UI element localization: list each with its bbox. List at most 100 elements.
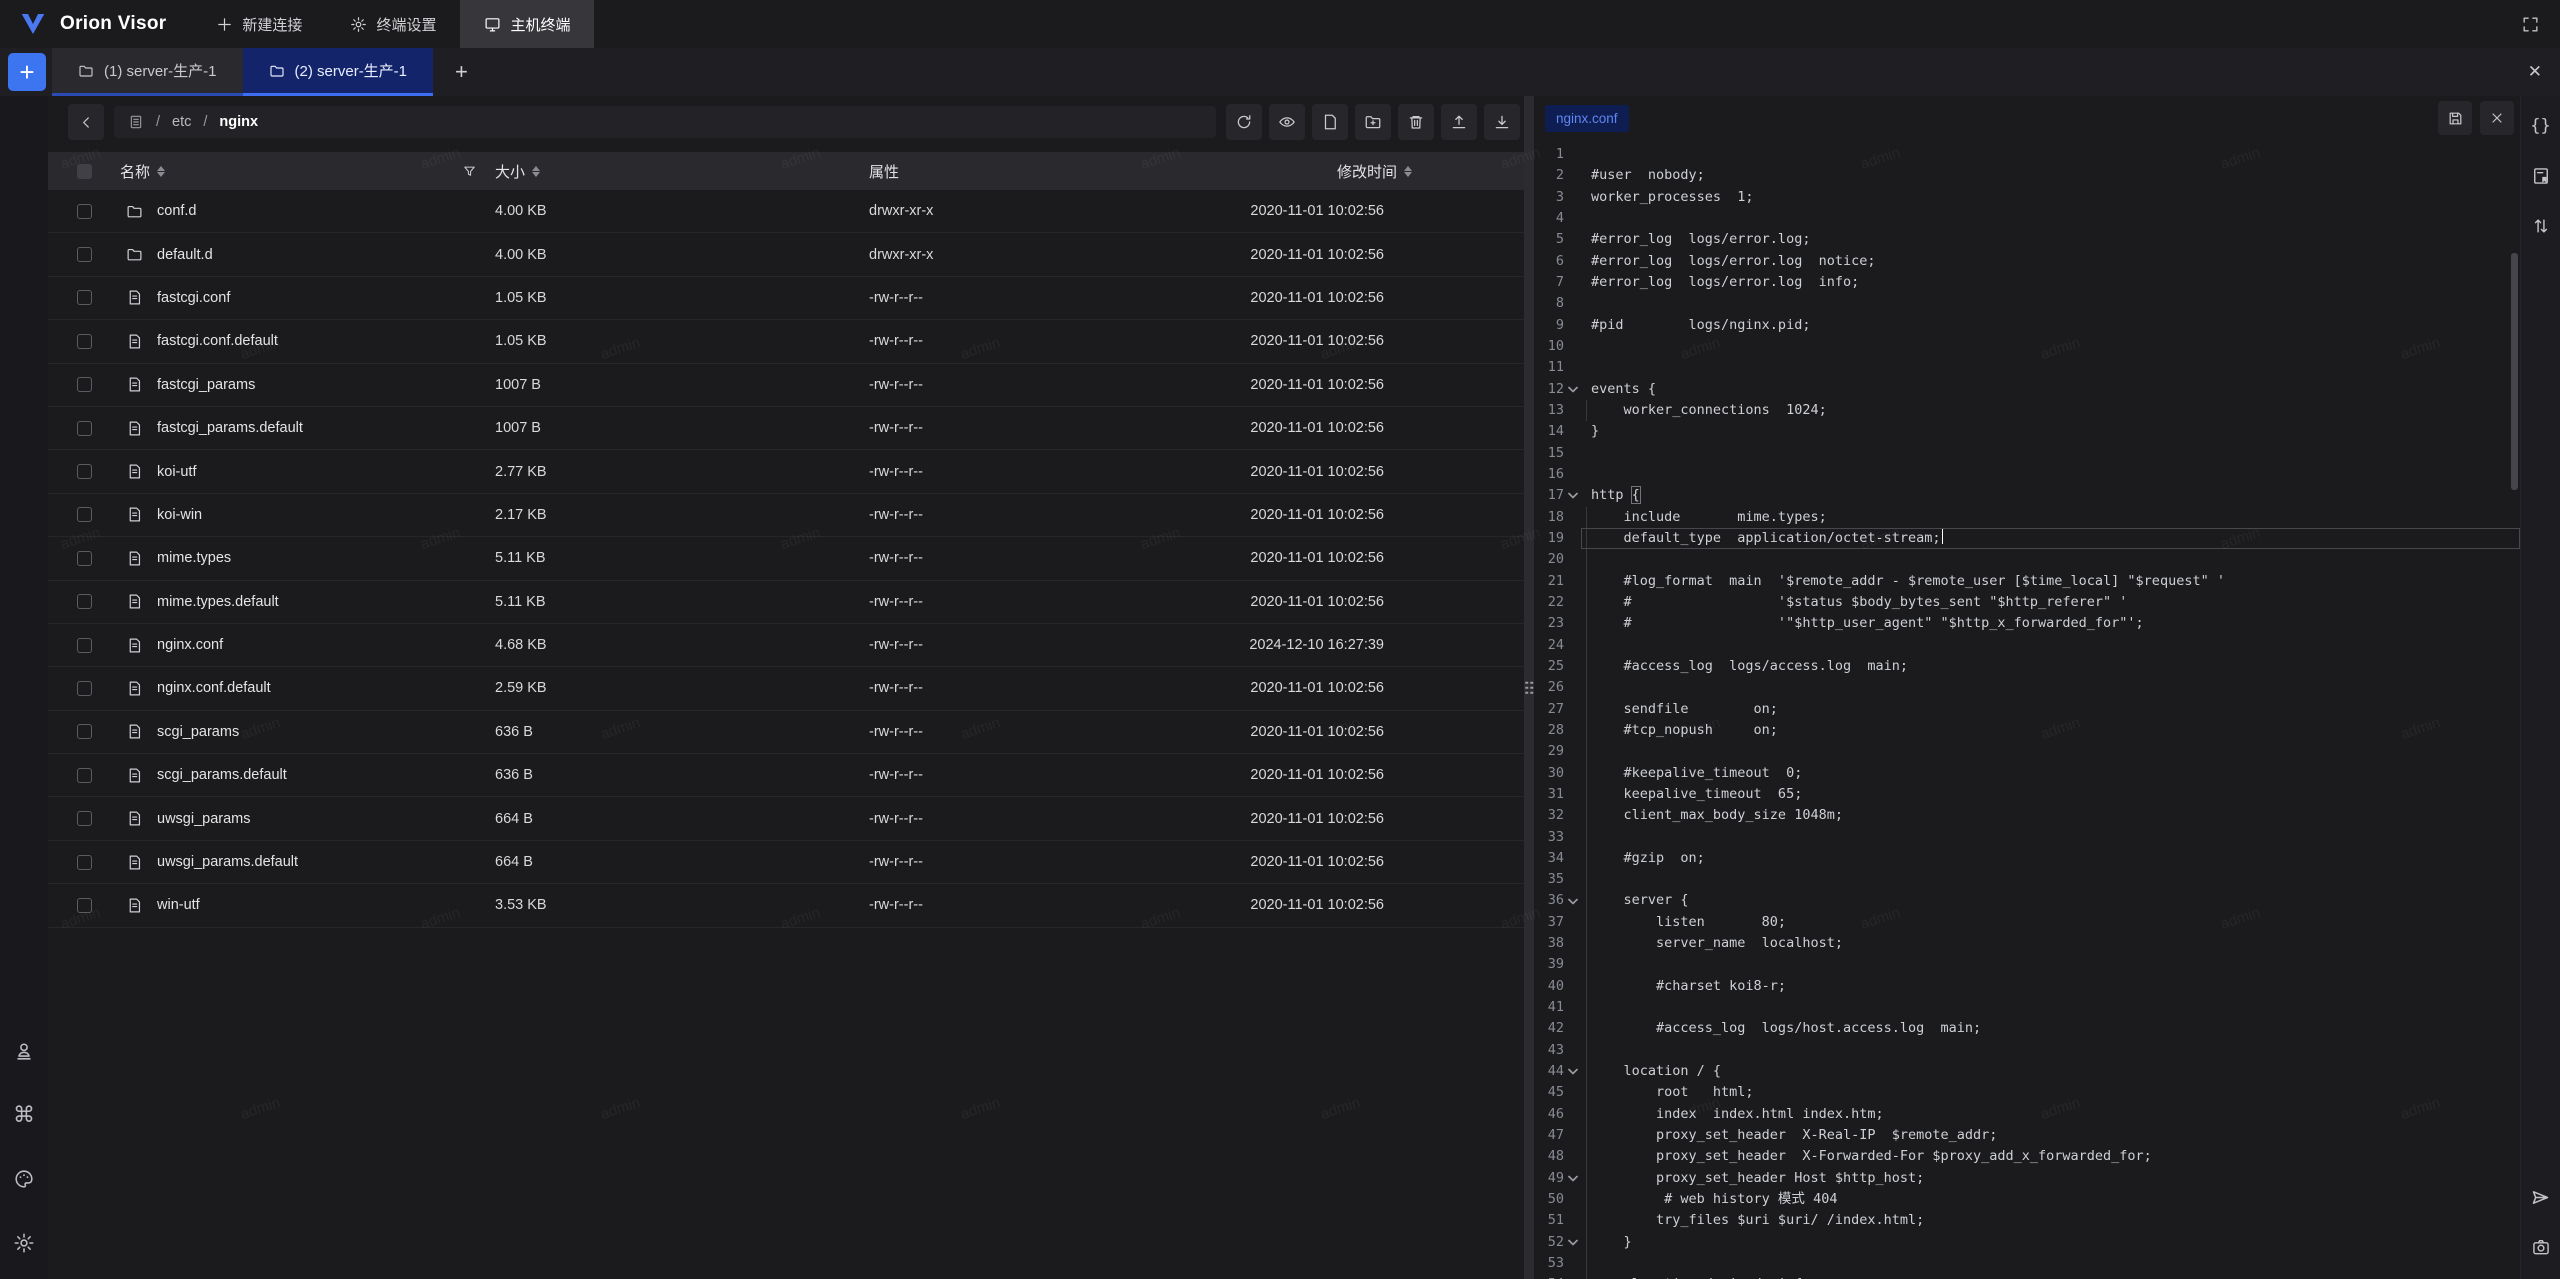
file-name[interactable]: koi-utf xyxy=(157,464,197,480)
row-checkbox[interactable] xyxy=(77,551,92,566)
row-checkbox[interactable] xyxy=(77,421,92,436)
palette-icon[interactable] xyxy=(6,1161,42,1197)
new-terminal-button[interactable]: + xyxy=(8,53,46,91)
code-line[interactable]: 31 keepalive_timeout 65; xyxy=(1534,784,2520,805)
code-line[interactable]: 19 default_type application/octet-stream… xyxy=(1534,528,2520,549)
code-line[interactable]: 2 #user nobody; xyxy=(1534,165,2520,186)
table-row[interactable]: fastcgi_params.default 1007 B -rw-r--r--… xyxy=(48,407,1524,450)
code-line[interactable]: 16 xyxy=(1534,464,2520,485)
row-checkbox[interactable] xyxy=(77,681,92,696)
editor-scrollbar[interactable] xyxy=(2511,253,2518,490)
code-line[interactable]: 6 #error_log logs/error.log notice; xyxy=(1534,251,2520,272)
table-row[interactable]: mime.types 5.11 KB -rw-r--r-- 2020-11-01… xyxy=(48,537,1524,580)
table-row[interactable]: win-utf 3.53 KB -rw-r--r-- 2020-11-01 10… xyxy=(48,884,1524,927)
code-line[interactable]: 17 http { xyxy=(1534,485,2520,506)
file-name[interactable]: conf.d xyxy=(157,203,197,219)
camera-icon[interactable] xyxy=(2523,1229,2559,1265)
code-line[interactable]: 43 xyxy=(1534,1040,2520,1061)
sort-name-icon[interactable] xyxy=(157,166,165,177)
table-row[interactable]: koi-win 2.17 KB -rw-r--r-- 2020-11-01 10… xyxy=(48,494,1524,537)
fold-chevron-icon[interactable] xyxy=(1568,898,1578,905)
sort-mtime-icon[interactable] xyxy=(1404,166,1412,177)
code-line[interactable]: 34 #gzip on; xyxy=(1534,848,2520,869)
code-line[interactable]: 4 xyxy=(1534,208,2520,229)
code-line[interactable]: 39 xyxy=(1534,954,2520,975)
table-row[interactable]: koi-utf 2.77 KB -rw-r--r-- 2020-11-01 10… xyxy=(48,450,1524,493)
settings-gear-icon[interactable] xyxy=(6,1225,42,1261)
row-checkbox[interactable] xyxy=(77,334,92,349)
table-row[interactable]: nginx.conf.default 2.59 KB -rw-r--r-- 20… xyxy=(48,667,1524,710)
code-line[interactable]: 41 xyxy=(1534,997,2520,1018)
file-name[interactable]: scgi_params.default xyxy=(157,767,287,783)
delete-button[interactable] xyxy=(1398,104,1434,140)
table-row[interactable]: scgi_params.default 636 B -rw-r--r-- 202… xyxy=(48,754,1524,797)
user-icon[interactable] xyxy=(6,1033,42,1069)
code-line[interactable]: 46 index index.html index.htm; xyxy=(1534,1104,2520,1125)
back-button[interactable] xyxy=(68,104,104,140)
code-line[interactable]: 10 xyxy=(1534,336,2520,357)
file-name[interactable]: scgi_params xyxy=(157,724,239,740)
row-checkbox[interactable] xyxy=(77,464,92,479)
code-line[interactable]: 33 xyxy=(1534,827,2520,848)
swap-vertical-icon[interactable] xyxy=(2523,208,2559,244)
code-line[interactable]: 54 location /orion/api { xyxy=(1534,1274,2520,1279)
table-row[interactable]: fastcgi_params 1007 B -rw-r--r-- 2020-11… xyxy=(48,364,1524,407)
code-line[interactable]: 22 # '$status $body_bytes_sent "$http_re… xyxy=(1534,592,2520,613)
row-checkbox[interactable] xyxy=(77,638,92,653)
breadcrumb[interactable]: / etc / nginx xyxy=(114,106,1216,138)
code-line[interactable]: 11 xyxy=(1534,357,2520,378)
fold-chevron-icon[interactable] xyxy=(1568,492,1578,499)
table-row[interactable]: conf.d 4.00 KB drwxr-xr-x 2020-11-01 10:… xyxy=(48,190,1524,233)
code-line[interactable]: 28 #tcp_nopush on; xyxy=(1534,720,2520,741)
file-name[interactable]: uwsgi_params.default xyxy=(157,854,298,870)
code-line[interactable]: 12 events { xyxy=(1534,379,2520,400)
code-line[interactable]: 1 xyxy=(1534,144,2520,165)
code-line[interactable]: 9 #pid logs/nginx.pid; xyxy=(1534,315,2520,336)
breadcrumb-segment-etc[interactable]: etc xyxy=(172,114,191,130)
table-row[interactable]: fastcgi.conf.default 1.05 KB -rw-r--r-- … xyxy=(48,320,1524,363)
code-line[interactable]: 27 sendfile on; xyxy=(1534,699,2520,720)
column-name[interactable]: 名称 xyxy=(120,161,150,182)
code-line[interactable]: 51 try_files $uri $uri/ /index.html; xyxy=(1534,1210,2520,1231)
code-line[interactable]: 5 #error_log logs/error.log; xyxy=(1534,229,2520,250)
download-button[interactable] xyxy=(1484,104,1520,140)
code-line[interactable]: 21 #log_format main '$remote_addr - $rem… xyxy=(1534,571,2520,592)
fold-chevron-icon[interactable] xyxy=(1568,1068,1578,1075)
fold-chevron-icon[interactable] xyxy=(1568,386,1578,393)
file-name[interactable]: win-utf xyxy=(157,897,200,913)
file-name[interactable]: fastcgi_params xyxy=(157,377,255,393)
code-line[interactable]: 37 listen 80; xyxy=(1534,912,2520,933)
code-line[interactable]: 45 root html; xyxy=(1534,1082,2520,1103)
code-line[interactable]: 48 proxy_set_header X-Forwarded-For $pro… xyxy=(1534,1146,2520,1167)
row-checkbox[interactable] xyxy=(77,204,92,219)
row-checkbox[interactable] xyxy=(77,898,92,913)
row-checkbox[interactable] xyxy=(77,724,92,739)
table-row[interactable]: uwsgi_params 664 B -rw-r--r-- 2020-11-01… xyxy=(48,797,1524,840)
refresh-button[interactable] xyxy=(1226,104,1262,140)
preview-button[interactable] xyxy=(1269,104,1305,140)
file-name[interactable]: nginx.conf xyxy=(157,637,223,653)
code-line[interactable]: 52 } xyxy=(1534,1232,2520,1253)
file-name[interactable]: fastcgi_params.default xyxy=(157,420,303,436)
breadcrumb-segment-nginx[interactable]: nginx xyxy=(219,114,258,130)
row-checkbox[interactable] xyxy=(77,377,92,392)
table-row[interactable]: nginx.conf 4.68 KB -rw-r--r-- 2024-12-10… xyxy=(48,624,1524,667)
code-line[interactable]: 26 xyxy=(1534,677,2520,698)
row-checkbox[interactable] xyxy=(77,811,92,826)
column-mtime[interactable]: 修改时间 xyxy=(1337,161,1397,182)
code-line[interactable]: 8 xyxy=(1534,293,2520,314)
panel-resize-handle[interactable] xyxy=(1524,96,1534,1279)
code-line[interactable]: 15 xyxy=(1534,443,2520,464)
code-line[interactable]: 23 # '"$http_user_agent" "$http_x_forwar… xyxy=(1534,613,2520,634)
table-row[interactable]: fastcgi.conf 1.05 KB -rw-r--r-- 2020-11-… xyxy=(48,277,1524,320)
new-folder-button[interactable] xyxy=(1355,104,1391,140)
close-panel-button[interactable]: ✕ xyxy=(2510,48,2560,96)
code-line[interactable]: 42 #access_log logs/host.access.log main… xyxy=(1534,1018,2520,1039)
file-name[interactable]: mime.types xyxy=(157,550,231,566)
upload-button[interactable] xyxy=(1441,104,1477,140)
menu-item-new-connection[interactable]: 新建连接 xyxy=(192,0,326,48)
code-line[interactable]: 44 location / { xyxy=(1534,1061,2520,1082)
braces-icon[interactable]: {} xyxy=(2523,108,2559,144)
code-line[interactable]: 47 proxy_set_header X-Real-IP $remote_ad… xyxy=(1534,1125,2520,1146)
file-name[interactable]: koi-win xyxy=(157,507,202,523)
